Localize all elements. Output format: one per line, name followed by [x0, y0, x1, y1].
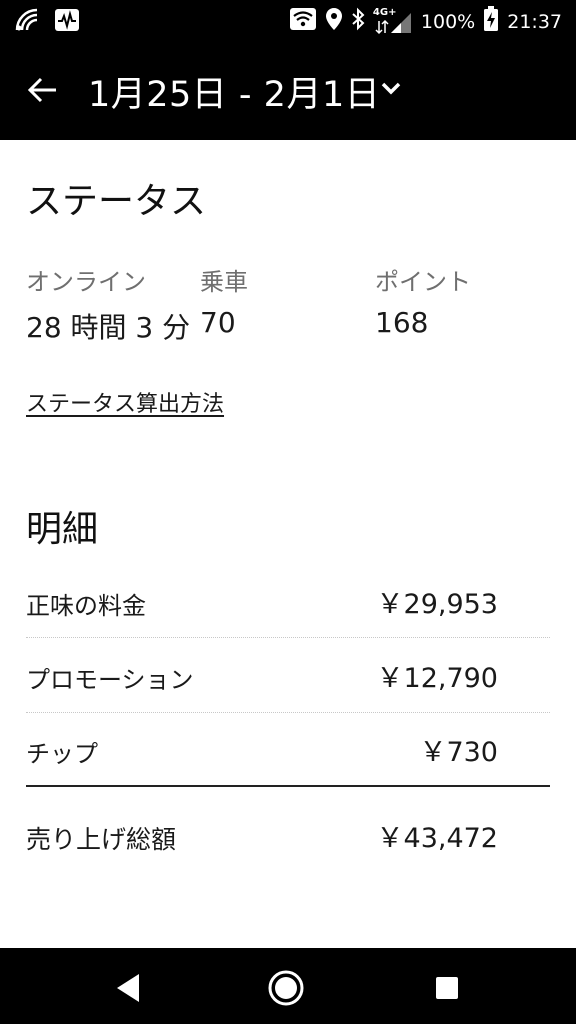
activity-monitor-icon [54, 8, 80, 36]
breakdown-row-promotion: プロモーション ￥12,790 [26, 638, 550, 712]
status-calculation-link[interactable]: ステータス算出方法 [26, 386, 224, 418]
breakdown-section-title: 明細 [26, 509, 99, 550]
triangle-back-icon[interactable] [108, 968, 148, 1008]
status-section-title: ステータス [26, 181, 207, 222]
points-value: 168 [375, 306, 429, 339]
square-recents-icon[interactable] [427, 968, 467, 1008]
rides-value: 70 [200, 306, 236, 339]
battery-percent: 100% [420, 10, 476, 33]
total-divider [26, 785, 550, 787]
app-bar: 1月25日 - 2月1日 [0, 40, 576, 140]
circle-home-icon[interactable] [266, 968, 306, 1008]
row-value: ￥12,790 [376, 663, 498, 694]
cellular-signal-icon: 4G+ [373, 7, 413, 35]
system-nav-bar [0, 948, 576, 1024]
row-value: ￥730 [419, 737, 498, 768]
bluetooth-icon [351, 7, 365, 36]
breakdown-row-net-fare: 正味の料金 ￥29,953 [26, 564, 550, 638]
total-value: ￥43,472 [376, 823, 498, 854]
total-label: 売り上げ総額 [26, 825, 177, 854]
row-label: チップ [26, 740, 98, 768]
date-range-selector[interactable]: 1月25日 - 2月1日 [88, 66, 380, 117]
hotspot-icon [14, 7, 40, 37]
rides-label: 乗車 [200, 268, 248, 296]
wifi-icon [289, 7, 317, 36]
online-label: オンライン [26, 268, 146, 296]
back-arrow-icon[interactable] [26, 74, 62, 106]
breakdown-row-total: 売り上げ総額 ￥43,472 [26, 798, 550, 872]
chevron-down-icon[interactable] [380, 80, 402, 96]
location-pin-icon [325, 7, 343, 36]
row-label: プロモーション [26, 666, 194, 694]
battery-charging-icon [483, 6, 499, 37]
clock: 21:37 [507, 10, 562, 33]
row-value: ￥29,953 [376, 589, 498, 620]
online-value: 28 時間 3 分 [26, 311, 191, 344]
row-label: 正味の料金 [26, 592, 146, 620]
points-label: ポイント [375, 268, 471, 296]
status-bar: 4G+ 100% 21:37 [0, 0, 576, 40]
breakdown-row-tip: チップ ￥730 [26, 712, 550, 786]
